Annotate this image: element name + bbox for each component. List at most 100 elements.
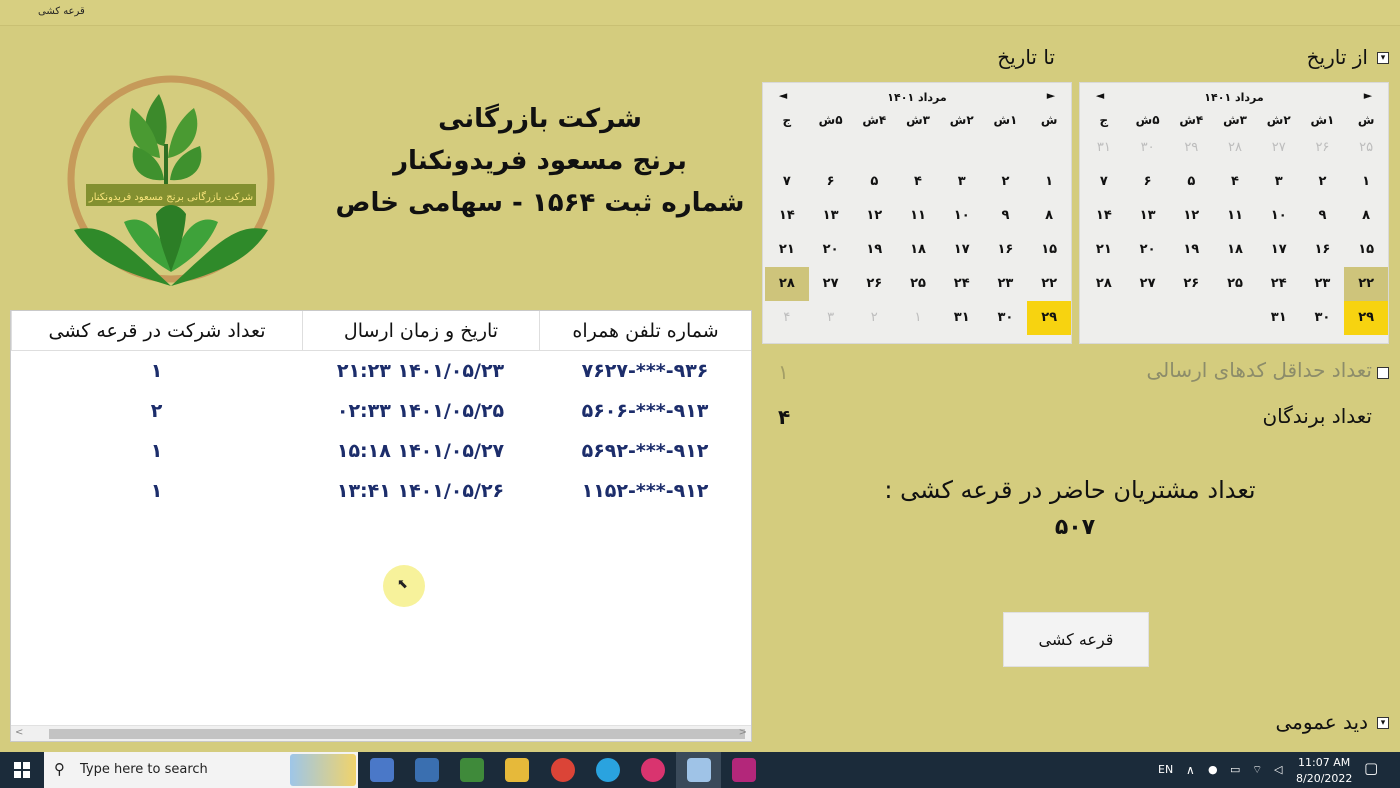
from-calendar[interactable]: ► مرداد ۱۴۰۱ ◄ ش ۱ش ۲ش ۳ش ۴ش ۵ش ج ۲۵ ۲۶ ۲۷ ۲۸ ۲۹ ۳۰ ۳… bbox=[1079, 82, 1389, 344]
calendar-day[interactable]: ۲۴ bbox=[940, 267, 984, 301]
calendar-day[interactable]: ۱۰ bbox=[1257, 199, 1301, 233]
calendar-day[interactable]: ۵ bbox=[1169, 165, 1213, 199]
calendar-day[interactable]: ۱۱ bbox=[1213, 199, 1257, 233]
calendar-day[interactable]: ۱۵ bbox=[1344, 233, 1388, 267]
calendar-day[interactable]: ۱ bbox=[1027, 165, 1071, 199]
calendar-day[interactable]: ۲۰ bbox=[809, 233, 853, 267]
calendar-day[interactable]: ۲۹ bbox=[1027, 301, 1071, 335]
firefox-icon[interactable] bbox=[641, 758, 665, 782]
calendar-day[interactable]: ۱۷ bbox=[1257, 233, 1301, 267]
from-date-checkbox[interactable]: ▾ bbox=[1377, 52, 1389, 64]
calendar-day[interactable]: ۱۰ bbox=[940, 199, 984, 233]
battery-icon[interactable]: ▭ bbox=[1230, 763, 1240, 776]
calendar-day[interactable]: ۲۶ bbox=[1301, 131, 1345, 165]
scrollbar-thumb[interactable] bbox=[49, 729, 745, 739]
calendar-day[interactable]: ۳۰ bbox=[984, 301, 1028, 335]
volume-icon[interactable]: ◁ bbox=[1274, 763, 1282, 776]
calendar-day[interactable]: ۲۱ bbox=[765, 233, 809, 267]
calendar-day[interactable]: ۳۱ bbox=[1082, 131, 1126, 165]
microphone-icon[interactable]: ● bbox=[1208, 763, 1218, 776]
calendar-day[interactable]: ۳۰ bbox=[1301, 301, 1345, 335]
winners-value[interactable]: ۴ bbox=[778, 405, 790, 429]
calendar-day[interactable]: ۱۳ bbox=[809, 199, 853, 233]
calendar-day[interactable]: ۳ bbox=[1257, 165, 1301, 199]
calendar-day[interactable]: ۶ bbox=[809, 165, 853, 199]
calendar-day[interactable]: ۲۳ bbox=[984, 267, 1028, 301]
notifications-icon[interactable]: ▢ bbox=[1364, 759, 1378, 777]
calendar-day[interactable]: ۱ bbox=[1344, 165, 1388, 199]
calendar-day[interactable]: ۱۲ bbox=[1169, 199, 1213, 233]
calendar-day[interactable]: ۸ bbox=[1027, 199, 1071, 233]
calendar-day[interactable]: ۹ bbox=[984, 199, 1028, 233]
calendar-day[interactable]: ۴ bbox=[765, 301, 809, 335]
calendar-day[interactable]: ۲ bbox=[984, 165, 1028, 199]
calendar-day[interactable]: ۲۸ bbox=[765, 267, 809, 301]
calendar-day[interactable]: ۱۵ bbox=[1027, 233, 1071, 267]
table-row[interactable]: ۹۱۲-***-۵۶۹۲ ۱۴۰۱/۰۵/۲۷ ۱۵:۱۸ ۱ bbox=[11, 431, 751, 471]
calendar-day[interactable]: ۹ bbox=[1301, 199, 1345, 233]
header-count[interactable]: تعداد شرکت در قرعه کشی bbox=[11, 311, 302, 351]
calendar-day[interactable]: ۱ bbox=[896, 301, 940, 335]
scroll-right-icon[interactable]: > bbox=[739, 727, 747, 738]
general-view-checkbox[interactable]: ▾ bbox=[1377, 717, 1389, 729]
prev-month-icon[interactable]: ◄ bbox=[775, 89, 791, 102]
calendar-day[interactable]: ۲۵ bbox=[896, 267, 940, 301]
calendar-day[interactable]: ۲۹ bbox=[1169, 131, 1213, 165]
taskbar-search[interactable]: ⚲ Type here to search bbox=[44, 752, 358, 788]
calendar-day[interactable]: ۲۶ bbox=[852, 267, 896, 301]
calendar-day[interactable]: ۱۴ bbox=[1082, 199, 1126, 233]
calendar-day[interactable]: ۱۳ bbox=[1126, 199, 1170, 233]
calendar-day[interactable]: ۸ bbox=[1344, 199, 1388, 233]
to-calendar[interactable]: ► مرداد ۱۴۰۱ ◄ ش ۱ش ۲ش ۳ش ۴ش ۵ش ج ۱ ۲ ۳ ۴ ۵ ۶ ۷ ۸ ۹ ۱۰ ۱۱… bbox=[762, 82, 1072, 344]
calendar-day[interactable]: ۳۱ bbox=[940, 301, 984, 335]
calendar-day[interactable]: ۱۸ bbox=[1213, 233, 1257, 267]
scroll-left-icon[interactable]: < bbox=[15, 727, 23, 738]
tray-chevron-up-icon[interactable]: ∧ bbox=[1186, 763, 1195, 777]
calendar-day[interactable]: ۲۸ bbox=[1213, 131, 1257, 165]
calendar-day[interactable]: ۴ bbox=[896, 165, 940, 199]
calendar-day[interactable]: ۷ bbox=[765, 165, 809, 199]
telegram-icon[interactable] bbox=[596, 758, 620, 782]
calendar-day[interactable]: ۲ bbox=[852, 301, 896, 335]
calendar-day[interactable]: ۲۰ bbox=[1126, 233, 1170, 267]
calendar-day[interactable]: ۲ bbox=[1301, 165, 1345, 199]
clock-time[interactable]: 11:07 AM bbox=[1298, 756, 1350, 769]
calendar-day[interactable]: ۶ bbox=[1126, 165, 1170, 199]
calendar-day[interactable]: ۱۶ bbox=[1301, 233, 1345, 267]
video-app-icon[interactable] bbox=[732, 758, 756, 782]
calendar-day[interactable]: ۱۶ bbox=[984, 233, 1028, 267]
windows-start-icon[interactable] bbox=[14, 762, 30, 778]
calendar-day[interactable]: ۲۲ bbox=[1027, 267, 1071, 301]
table-row[interactable]: ۹۳۶-***-۷۶۲۷ ۱۴۰۱/۰۵/۲۳ ۲۱:۲۳ ۱ bbox=[11, 351, 751, 391]
calendar-day[interactable]: ۲۷ bbox=[1126, 267, 1170, 301]
calendar-day[interactable]: ۲۷ bbox=[809, 267, 853, 301]
calendar-day[interactable]: ۲۳ bbox=[1301, 267, 1345, 301]
calendar-day[interactable]: ۲۷ bbox=[1257, 131, 1301, 165]
calendar-day[interactable]: ۲۵ bbox=[1344, 131, 1388, 165]
network-icon[interactable] bbox=[415, 758, 439, 782]
calendar-day[interactable]: ۲۵ bbox=[1213, 267, 1257, 301]
calendar-day[interactable]: ۴ bbox=[1213, 165, 1257, 199]
prev-month-icon[interactable]: ◄ bbox=[1092, 89, 1108, 102]
calendar-day[interactable]: ۲۲ bbox=[1344, 267, 1388, 301]
wifi-icon[interactable]: ⌔ bbox=[1252, 763, 1262, 777]
header-datetime[interactable]: تاریخ و زمان ارسال bbox=[302, 311, 539, 351]
calendar-day[interactable]: ۷ bbox=[1082, 165, 1126, 199]
calendar-day[interactable]: ۱۸ bbox=[896, 233, 940, 267]
calendar-day[interactable]: ۱۱ bbox=[896, 199, 940, 233]
calendar-day[interactable]: ۱۷ bbox=[940, 233, 984, 267]
calendar-day[interactable]: ۵ bbox=[852, 165, 896, 199]
header-phone[interactable]: شماره تلفن همراه bbox=[539, 311, 751, 351]
chrome-icon[interactable] bbox=[551, 758, 575, 782]
calendar-day[interactable]: ۲۹ bbox=[1344, 301, 1388, 335]
language-indicator[interactable]: EN bbox=[1158, 763, 1173, 776]
active-app-tab[interactable] bbox=[676, 752, 721, 788]
table-row[interactable]: ۹۱۲-***-۱۱۵۲ ۱۴۰۱/۰۵/۲۶ ۱۳:۴۱ ۱ bbox=[11, 471, 751, 511]
calendar-day[interactable]: ۱۲ bbox=[852, 199, 896, 233]
remote-desktop-icon[interactable] bbox=[370, 758, 394, 782]
calendar-day[interactable]: ۱۴ bbox=[765, 199, 809, 233]
calendar-day[interactable]: ۱۹ bbox=[852, 233, 896, 267]
calendar-day[interactable]: ۳۱ bbox=[1257, 301, 1301, 335]
calendar-day[interactable]: ۲۶ bbox=[1169, 267, 1213, 301]
horizontal-scrollbar[interactable]: < > bbox=[11, 725, 751, 741]
